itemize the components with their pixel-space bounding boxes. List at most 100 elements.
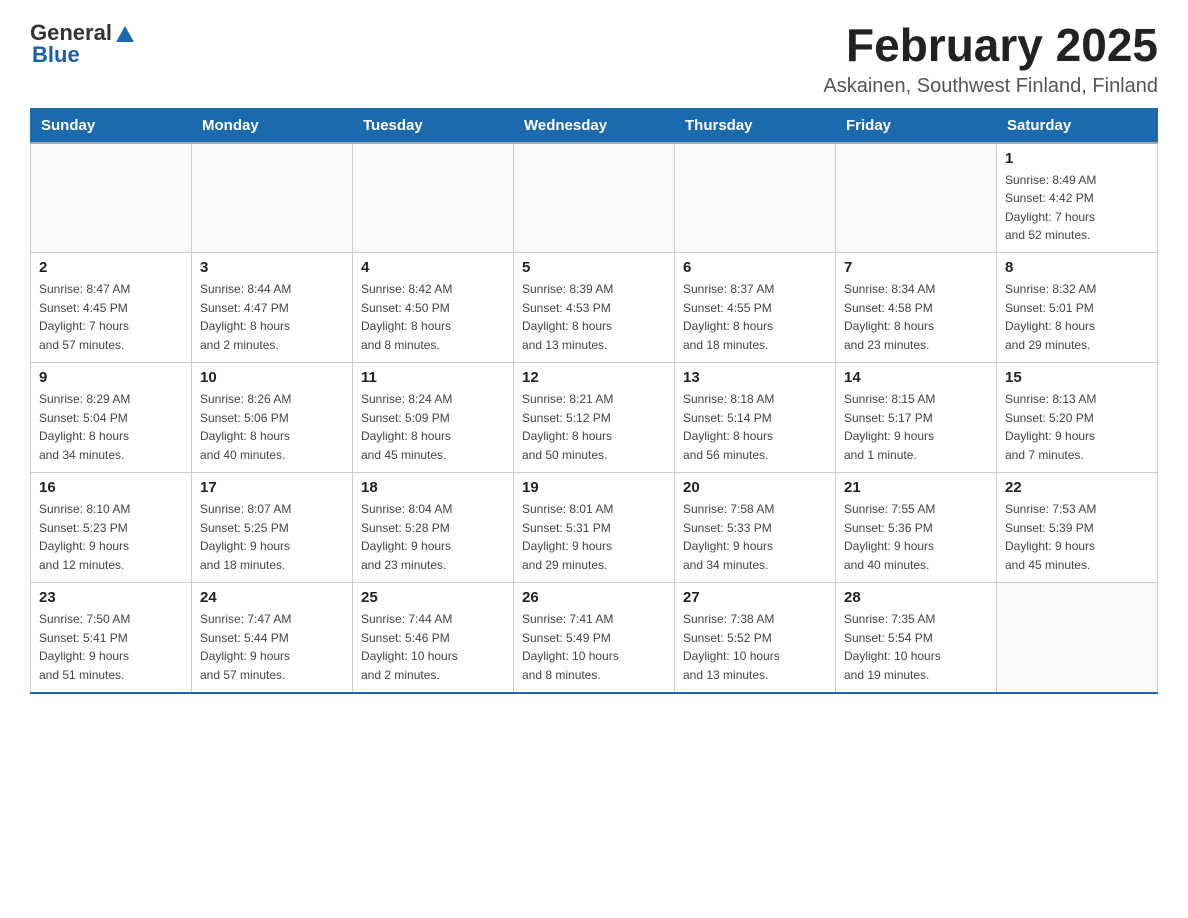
day-number: 11 [361,369,505,386]
calendar-cell: 3 Sunrise: 8:44 AMSunset: 4:47 PMDaylight… [192,253,353,363]
weekday-header-thursday: Thursday [675,108,836,143]
day-info: Sunrise: 7:44 AMSunset: 5:46 PMDaylight:… [361,610,505,684]
day-info: Sunrise: 8:01 AMSunset: 5:31 PMDaylight:… [522,500,666,574]
day-info: Sunrise: 8:32 AMSunset: 5:01 PMDaylight:… [1005,280,1149,354]
day-number: 10 [200,369,344,386]
calendar-cell: 24Sunrise: 7:47 AMSunset: 5:44 PMDayligh… [192,583,353,693]
calendar-header-row: SundayMondayTuesdayWednesdayThursdayFrid… [31,108,1158,143]
calendar-cell: 7 Sunrise: 8:34 AMSunset: 4:58 PMDaylight… [836,253,997,363]
calendar-cell: 5 Sunrise: 8:39 AMSunset: 4:53 PMDaylight… [514,253,675,363]
day-info: Sunrise: 8:39 AMSunset: 4:53 PMDaylight:… [522,280,666,354]
calendar-cell: 4 Sunrise: 8:42 AMSunset: 4:50 PMDaylight… [353,253,514,363]
calendar-cell: 21Sunrise: 7:55 AMSunset: 5:36 PMDayligh… [836,473,997,583]
day-info: Sunrise: 8:49 AMSunset: 4:42 PMDaylight:… [1005,171,1149,245]
day-number: 27 [683,589,827,606]
page-header: General Blue February 2025 Askainen, Sou… [30,20,1158,98]
day-info: Sunrise: 8:44 AMSunset: 4:47 PMDaylight:… [200,280,344,354]
day-info: Sunrise: 8:42 AMSunset: 4:50 PMDaylight:… [361,280,505,354]
calendar-cell: 2 Sunrise: 8:47 AMSunset: 4:45 PMDaylight… [31,253,192,363]
day-info: Sunrise: 8:34 AMSunset: 4:58 PMDaylight:… [844,280,988,354]
calendar-cell [675,143,836,253]
day-number: 17 [200,479,344,496]
calendar-cell: 18 Sunrise: 8:04 AMSunset: 5:28 PMDayligh… [353,473,514,583]
day-info: Sunrise: 7:55 AMSunset: 5:36 PMDaylight:… [844,500,988,574]
day-info: Sunrise: 8:21 AMSunset: 5:12 PMDaylight:… [522,390,666,464]
calendar-week-row: 23Sunrise: 7:50 AMSunset: 5:41 PMDayligh… [31,583,1158,693]
day-info: Sunrise: 7:53 AMSunset: 5:39 PMDaylight:… [1005,500,1149,574]
weekday-header-saturday: Saturday [997,108,1158,143]
logo-text-blue: Blue [32,42,80,68]
day-number: 28 [844,589,988,606]
day-number: 6 [683,259,827,276]
day-info: Sunrise: 8:47 AMSunset: 4:45 PMDaylight:… [39,280,183,354]
day-number: 8 [1005,259,1149,276]
day-number: 16 [39,479,183,496]
weekday-header-tuesday: Tuesday [353,108,514,143]
day-number: 19 [522,479,666,496]
calendar-cell: 6 Sunrise: 8:37 AMSunset: 4:55 PMDaylight… [675,253,836,363]
day-number: 3 [200,259,344,276]
weekday-header-wednesday: Wednesday [514,108,675,143]
day-number: 2 [39,259,183,276]
weekday-header-sunday: Sunday [31,108,192,143]
day-number: 26 [522,589,666,606]
day-info: Sunrise: 8:07 AMSunset: 5:25 PMDaylight:… [200,500,344,574]
calendar-cell: 23Sunrise: 7:50 AMSunset: 5:41 PMDayligh… [31,583,192,693]
day-number: 12 [522,369,666,386]
weekday-header-friday: Friday [836,108,997,143]
calendar-cell [353,143,514,253]
calendar-cell: 14Sunrise: 8:15 AMSunset: 5:17 PMDayligh… [836,363,997,473]
day-number: 25 [361,589,505,606]
calendar-cell: 22 Sunrise: 7:53 AMSunset: 5:39 PMDayligh… [997,473,1158,583]
calendar-cell: 12 Sunrise: 8:21 AMSunset: 5:12 PMDayligh… [514,363,675,473]
day-info: Sunrise: 8:04 AMSunset: 5:28 PMDaylight:… [361,500,505,574]
day-number: 23 [39,589,183,606]
weekday-header-monday: Monday [192,108,353,143]
logo-triangle-icon [114,23,136,45]
calendar-cell: 26 Sunrise: 7:41 AMSunset: 5:49 PMDayligh… [514,583,675,693]
month-title: February 2025 [823,20,1158,71]
day-number: 4 [361,259,505,276]
day-number: 5 [522,259,666,276]
calendar-week-row: 2 Sunrise: 8:47 AMSunset: 4:45 PMDaylight… [31,253,1158,363]
calendar-cell: 16 Sunrise: 8:10 AMSunset: 5:23 PMDayligh… [31,473,192,583]
day-number: 9 [39,369,183,386]
calendar-cell [997,583,1158,693]
day-number: 22 [1005,479,1149,496]
location-title: Askainen, Southwest Finland, Finland [823,75,1158,98]
title-block: February 2025 Askainen, Southwest Finlan… [823,20,1158,98]
day-info: Sunrise: 8:13 AMSunset: 5:20 PMDaylight:… [1005,390,1149,464]
logo: General Blue [30,20,136,68]
day-number: 18 [361,479,505,496]
calendar-cell: 20 Sunrise: 7:58 AMSunset: 5:33 PMDayligh… [675,473,836,583]
day-info: Sunrise: 8:37 AMSunset: 4:55 PMDaylight:… [683,280,827,354]
calendar-cell: 9Sunrise: 8:29 AMSunset: 5:04 PMDaylight… [31,363,192,473]
calendar-cell: 10Sunrise: 8:26 AMSunset: 5:06 PMDayligh… [192,363,353,473]
day-number: 1 [1005,150,1149,167]
day-number: 7 [844,259,988,276]
day-info: Sunrise: 8:10 AMSunset: 5:23 PMDaylight:… [39,500,183,574]
calendar-cell [836,143,997,253]
day-info: Sunrise: 8:24 AMSunset: 5:09 PMDaylight:… [361,390,505,464]
day-info: Sunrise: 7:38 AMSunset: 5:52 PMDaylight:… [683,610,827,684]
calendar-cell: 27 Sunrise: 7:38 AMSunset: 5:52 PMDayligh… [675,583,836,693]
day-number: 20 [683,479,827,496]
calendar-cell [31,143,192,253]
day-info: Sunrise: 7:58 AMSunset: 5:33 PMDaylight:… [683,500,827,574]
day-number: 14 [844,369,988,386]
calendar-week-row: 9Sunrise: 8:29 AMSunset: 5:04 PMDaylight… [31,363,1158,473]
calendar-cell: 1 Sunrise: 8:49 AMSunset: 4:42 PMDaylight… [997,143,1158,253]
calendar-cell: 19 Sunrise: 8:01 AMSunset: 5:31 PMDayligh… [514,473,675,583]
calendar-cell [514,143,675,253]
calendar-cell: 25 Sunrise: 7:44 AMSunset: 5:46 PMDayligh… [353,583,514,693]
calendar-cell [192,143,353,253]
calendar-cell: 13Sunrise: 8:18 AMSunset: 5:14 PMDayligh… [675,363,836,473]
day-info: Sunrise: 8:18 AMSunset: 5:14 PMDaylight:… [683,390,827,464]
day-number: 24 [200,589,344,606]
day-info: Sunrise: 7:41 AMSunset: 5:49 PMDaylight:… [522,610,666,684]
calendar-week-row: 1 Sunrise: 8:49 AMSunset: 4:42 PMDaylight… [31,143,1158,253]
calendar-cell: 11 Sunrise: 8:24 AMSunset: 5:09 PMDayligh… [353,363,514,473]
calendar-cell: 17 Sunrise: 8:07 AMSunset: 5:25 PMDayligh… [192,473,353,583]
calendar-cell: 15Sunrise: 8:13 AMSunset: 5:20 PMDayligh… [997,363,1158,473]
calendar-week-row: 16 Sunrise: 8:10 AMSunset: 5:23 PMDayligh… [31,473,1158,583]
